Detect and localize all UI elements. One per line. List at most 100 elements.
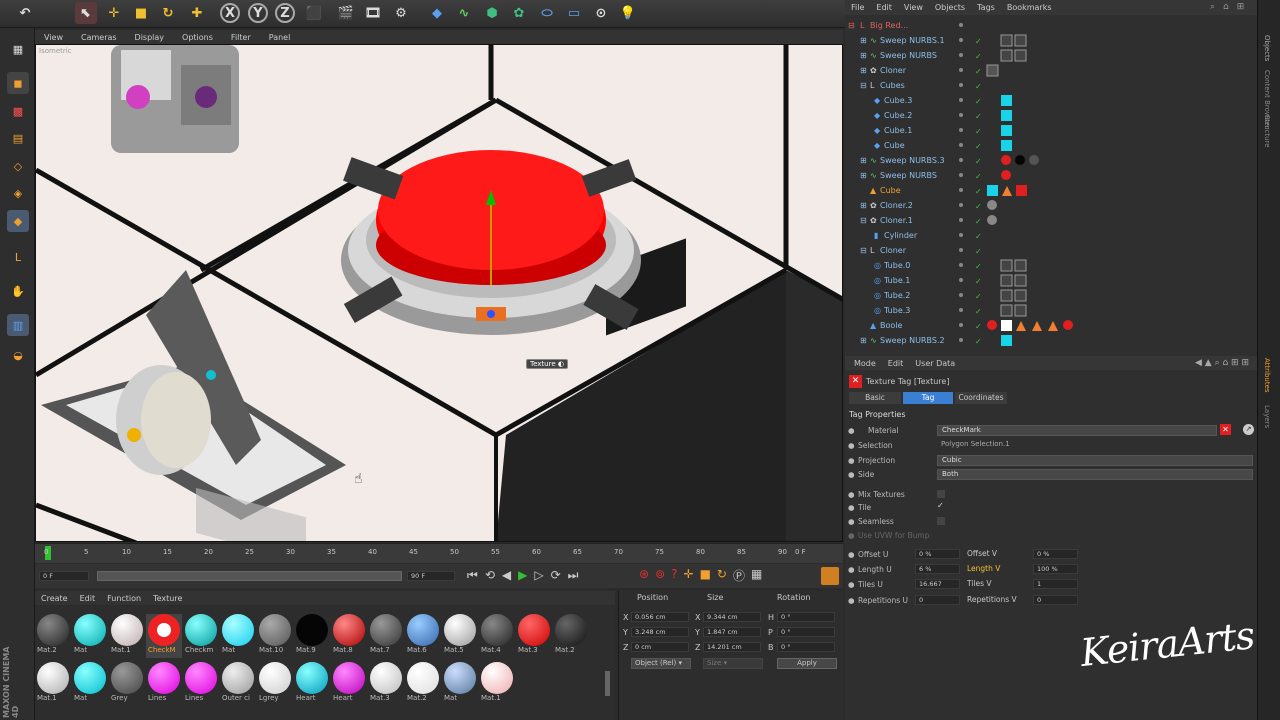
projection-dropdown[interactable]: Cubic <box>937 455 1253 466</box>
workplane-icon[interactable]: ▤ <box>7 127 29 149</box>
material-swatch[interactable]: Mat.2 <box>35 614 71 658</box>
seamless-checkbox[interactable] <box>937 517 945 525</box>
texture-mode-icon[interactable]: ▩ <box>7 100 29 122</box>
attr-menu-edit[interactable]: Edit <box>885 359 907 368</box>
material-swatch[interactable]: Mat.1 <box>35 662 71 706</box>
tiles-u-field[interactable]: 16.667 <box>915 579 960 589</box>
material-swatch[interactable]: Mat.2 <box>405 662 441 706</box>
material-swatch[interactable]: Mat.6 <box>405 614 441 658</box>
deformer-icon[interactable]: ⬭ <box>536 2 558 24</box>
key-pla-icon[interactable]: ▦ <box>751 567 762 584</box>
object-tags-column[interactable]: ✓ ✓ ✓ ✓ ✓ ✓ ✓ ✓ ✓ ✓ ✓ ✓ ✓ ✓ ✓ ✓ ✓ ✓ ✓ ✓ ✓ <box>955 18 1075 350</box>
scene-icon[interactable]: ▭ <box>563 2 585 24</box>
previous-key-icon[interactable]: ⟲ <box>485 568 495 583</box>
length-v-field[interactable]: 100 % <box>1033 564 1078 574</box>
material-swatch[interactable]: Heart <box>331 662 367 706</box>
attr-nav-icons[interactable]: ◀ ▲ ⌕ ⌂ ⊞ ⊞ <box>1195 358 1257 368</box>
checkmark-material-icon[interactable]: ✕ <box>1220 424 1231 435</box>
render-picture-icon[interactable]: 🎞 <box>362 2 384 24</box>
attr-menu-mode[interactable]: Mode <box>845 359 885 368</box>
play-icon[interactable]: ▶ <box>518 568 527 583</box>
material-menu-edit[interactable]: Edit <box>74 594 102 603</box>
material-swatch[interactable]: Grey <box>109 662 145 706</box>
material-swatch[interactable]: Mat.10 <box>257 614 293 658</box>
frame-range-slider[interactable] <box>97 571 402 581</box>
obj-menu-objects[interactable]: Objects <box>929 3 971 12</box>
material-menu-function[interactable]: Function <box>101 594 147 603</box>
tab-attributes[interactable]: Attributes <box>1263 358 1271 393</box>
make-editable-icon[interactable]: ▦ <box>7 38 29 60</box>
material-swatch[interactable]: Outer ci <box>220 662 256 706</box>
attr-menu-user-data[interactable]: User Data <box>906 359 964 368</box>
obj-menu-bookmarks[interactable]: Bookmarks <box>1001 3 1058 12</box>
pos-z-field[interactable]: 0 cm <box>631 642 689 652</box>
start-frame-field[interactable]: 0 F <box>39 571 89 581</box>
material-scrollbar[interactable] <box>605 671 610 696</box>
rot-b-field[interactable]: 0 ° <box>777 642 835 652</box>
viewport-menu-filter[interactable]: Filter <box>222 33 260 42</box>
size-y-field[interactable]: 1.847 cm <box>703 627 761 637</box>
tab-tag[interactable]: Tag <box>903 392 953 404</box>
undo-icon[interactable]: ↶ <box>14 2 36 24</box>
tweak-icon[interactable]: ✋ <box>7 280 29 302</box>
size-z-field[interactable]: 14.201 cm <box>703 642 761 652</box>
previous-frame-icon[interactable]: ◀ <box>502 568 511 583</box>
repetitions-u-field[interactable]: 0 <box>915 595 960 605</box>
repetitions-v-field[interactable]: 0 <box>1033 595 1078 605</box>
material-swatch[interactable]: Mat <box>220 614 256 658</box>
material-swatch[interactable]: CheckM <box>146 614 182 658</box>
tab-coordinates[interactable]: Coordinates <box>955 392 1007 404</box>
viewport-menu-cameras[interactable]: Cameras <box>72 33 126 42</box>
material-swatch[interactable]: Mat.1 <box>479 662 515 706</box>
key-scale-icon[interactable]: ■ <box>700 567 711 584</box>
pos-x-field[interactable]: 0.056 cm <box>631 612 689 622</box>
go-to-start-icon[interactable]: ⏮ <box>467 568 478 583</box>
material-swatch[interactable]: Mat.9 <box>294 614 330 658</box>
3d-viewport[interactable]: Isometric Texture ◐ ☝ <box>35 44 843 542</box>
nurbs-icon[interactable]: ⬢ <box>481 2 503 24</box>
material-menu-texture[interactable]: Texture <box>147 594 188 603</box>
tile-checkbox[interactable]: ✓ <box>937 502 945 510</box>
new-view-icon[interactable]: ⊞ <box>1237 2 1245 12</box>
material-swatch[interactable]: Mat.3 <box>516 614 552 658</box>
next-key-icon[interactable]: ⟳ <box>551 568 561 583</box>
axis-mode-icon[interactable]: L <box>7 246 29 268</box>
rot-h-field[interactable]: 0 ° <box>777 612 835 622</box>
search-icon[interactable]: ⌕ <box>1210 2 1215 12</box>
offset-u-field[interactable]: 0 % <box>915 549 960 559</box>
obj-menu-edit[interactable]: Edit <box>870 3 898 12</box>
material-menu-create[interactable]: Create <box>35 594 74 603</box>
end-frame-field[interactable]: 90 F <box>407 571 455 581</box>
coord-mode-dropdown[interactable]: Object (Rel) ▾ <box>631 658 691 669</box>
mix-textures-checkbox[interactable] <box>937 490 945 498</box>
cube-primitive-icon[interactable]: ◆ <box>426 2 448 24</box>
obj-menu-view[interactable]: View <box>898 3 929 12</box>
material-swatch[interactable]: Mat <box>72 614 108 658</box>
length-u-field[interactable]: 6 % <box>915 564 960 574</box>
offset-v-field[interactable]: 0 % <box>1033 549 1078 559</box>
material-swatch[interactable]: Mat.8 <box>331 614 367 658</box>
x-axis-icon[interactable]: X <box>220 3 240 23</box>
autokey-icon[interactable]: ⊚ <box>655 567 665 584</box>
tab-objects[interactable]: Objects <box>1263 35 1271 61</box>
record-icon[interactable]: ⊛ <box>639 567 649 584</box>
material-swatch[interactable]: Mat.5 <box>442 614 478 658</box>
material-swatch[interactable]: Mat.4 <box>479 614 515 658</box>
tab-basic[interactable]: Basic <box>849 392 901 404</box>
coordinate-system-icon[interactable]: ⬛ <box>303 2 325 24</box>
material-swatch[interactable]: Mat <box>72 662 108 706</box>
timeline-ruler[interactable]: 0 5 10 15 20 25 30 35 40 45 50 55 60 65 … <box>35 543 843 563</box>
obj-menu-file[interactable]: File <box>845 3 870 12</box>
pos-y-field[interactable]: 3.248 cm <box>631 627 689 637</box>
viewport-menu-view[interactable]: View <box>35 33 72 42</box>
material-swatch[interactable]: Mat.1 <box>109 614 145 658</box>
material-swatch[interactable]: Lines <box>183 662 219 706</box>
points-mode-icon[interactable]: ◇ <box>7 155 29 177</box>
polygons-mode-icon[interactable]: ◆ <box>7 210 29 232</box>
tiles-v-field[interactable]: 1 <box>1033 579 1078 589</box>
material-swatch[interactable]: Mat.7 <box>368 614 404 658</box>
size-mode-dropdown[interactable]: Size ▾ <box>703 658 763 669</box>
material-link-field[interactable]: CheckMark <box>937 425 1217 436</box>
tab-structure[interactable]: Structure <box>1263 115 1271 148</box>
side-dropdown[interactable]: Both <box>937 469 1253 480</box>
